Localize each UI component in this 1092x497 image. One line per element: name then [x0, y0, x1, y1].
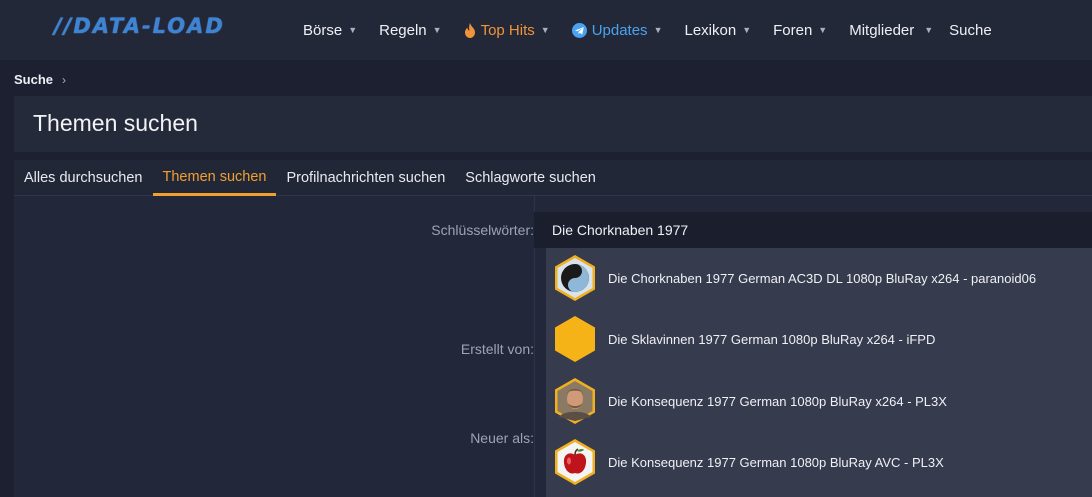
nav-item-regeln[interactable]: Regeln ▼: [379, 0, 441, 60]
suggestion-dropdown: Die Chorknaben 1977 German AC3D DL 1080p…: [546, 248, 1092, 497]
suggestion-text: Die Konsequenz 1977 German 1080p BluRay …: [608, 393, 947, 409]
search-tabs: Alles durchsuchen Themen suchen Profilna…: [14, 160, 1092, 196]
chevron-down-icon[interactable]: ▼: [924, 25, 933, 35]
tab-tags-search[interactable]: Schlagworte suchen: [455, 160, 606, 196]
breadcrumb-item-suche[interactable]: Suche: [14, 72, 53, 87]
suggestion-item[interactable]: Die Konsequenz 1977 German 1080p BluRay …: [546, 432, 1092, 492]
breadcrumb: Suche ›: [14, 72, 66, 87]
telegram-icon: [571, 22, 587, 38]
chevron-down-icon[interactable]: ▼: [654, 25, 663, 35]
newer-than-label: Neuer als:: [470, 430, 534, 446]
suggestion-text: Die Konsequenz 1977 German 1080p BluRay …: [608, 454, 944, 470]
title-panel: Themen suchen: [14, 96, 1092, 152]
yin-yang-avatar: [553, 254, 597, 302]
nav-label: Suche: [949, 21, 992, 39]
form-labels-column: Schlüsselwörter: Erstellt von: Neuer als…: [14, 196, 534, 497]
nav-label: Mitglieder: [849, 21, 915, 39]
nav-label: Lexikon: [684, 21, 737, 39]
nav-item-boerse[interactable]: Börse ▼: [303, 0, 357, 60]
portrait-avatar: [553, 377, 597, 425]
keywords-input[interactable]: [534, 212, 1092, 248]
suggestion-item[interactable]: Die Chorknaben 1977 German AC3D DL 1080p…: [546, 248, 1092, 308]
nav-item-mitglieder[interactable]: Mitglieder: [849, 0, 914, 60]
nav-item-top-hits[interactable]: Top Hits ▼: [464, 0, 550, 60]
site-logo[interactable]: //DATA-LOAD: [54, 14, 225, 38]
suggestion-item[interactable]: Die Konsequenz 1977 German 1080p BluRay …: [546, 371, 1092, 431]
suggestion-text: Die Sklavinnen 1977 German 1080p BluRay …: [608, 331, 936, 347]
chevron-down-icon[interactable]: ▼: [818, 25, 827, 35]
suggestion-item[interactable]: Die Sklavinnen 1977 German 1080p BluRay …: [546, 309, 1092, 369]
suggestion-text: Die Chorknaben 1977 German AC3D DL 1080p…: [608, 270, 1037, 286]
chevron-down-icon[interactable]: ▼: [348, 25, 357, 35]
flame-icon: [464, 22, 476, 38]
default-avatar: [553, 315, 597, 363]
nav-item-foren[interactable]: Foren ▼: [773, 0, 827, 60]
nav-label: Foren: [773, 21, 813, 39]
apple-avatar: [553, 438, 597, 486]
nav-label: Top Hits: [480, 21, 535, 39]
chevron-down-icon[interactable]: ▼: [742, 25, 751, 35]
nav-label: Börse: [303, 21, 343, 39]
nav-item-suche[interactable]: Suche: [949, 0, 992, 60]
tab-profile-posts-search[interactable]: Profilnachrichten suchen: [276, 160, 455, 196]
chevron-right-icon: ›: [62, 72, 67, 87]
chevron-down-icon[interactable]: ▼: [541, 25, 550, 35]
nav-item-updates[interactable]: Updates ▼: [571, 0, 663, 60]
chevron-down-icon[interactable]: ▼: [433, 25, 442, 35]
page-title: Themen suchen: [33, 110, 198, 136]
top-navigation-bar: //DATA-LOAD Börse ▼ Regeln ▼ Top Hits ▼ …: [0, 0, 1092, 60]
nav-label: Regeln: [379, 21, 427, 39]
nav-label: Updates: [591, 21, 648, 39]
nav-item-lexikon[interactable]: Lexikon ▼: [684, 0, 751, 60]
main-nav: Börse ▼ Regeln ▼ Top Hits ▼ Updates ▼ Le…: [303, 0, 1014, 60]
created-by-label: Erstellt von:: [460, 341, 534, 357]
keywords-label: Schlüsselwörter:: [431, 222, 534, 238]
tab-thread-search[interactable]: Themen suchen: [152, 160, 277, 196]
tab-all-search[interactable]: Alles durchsuchen: [14, 160, 153, 196]
